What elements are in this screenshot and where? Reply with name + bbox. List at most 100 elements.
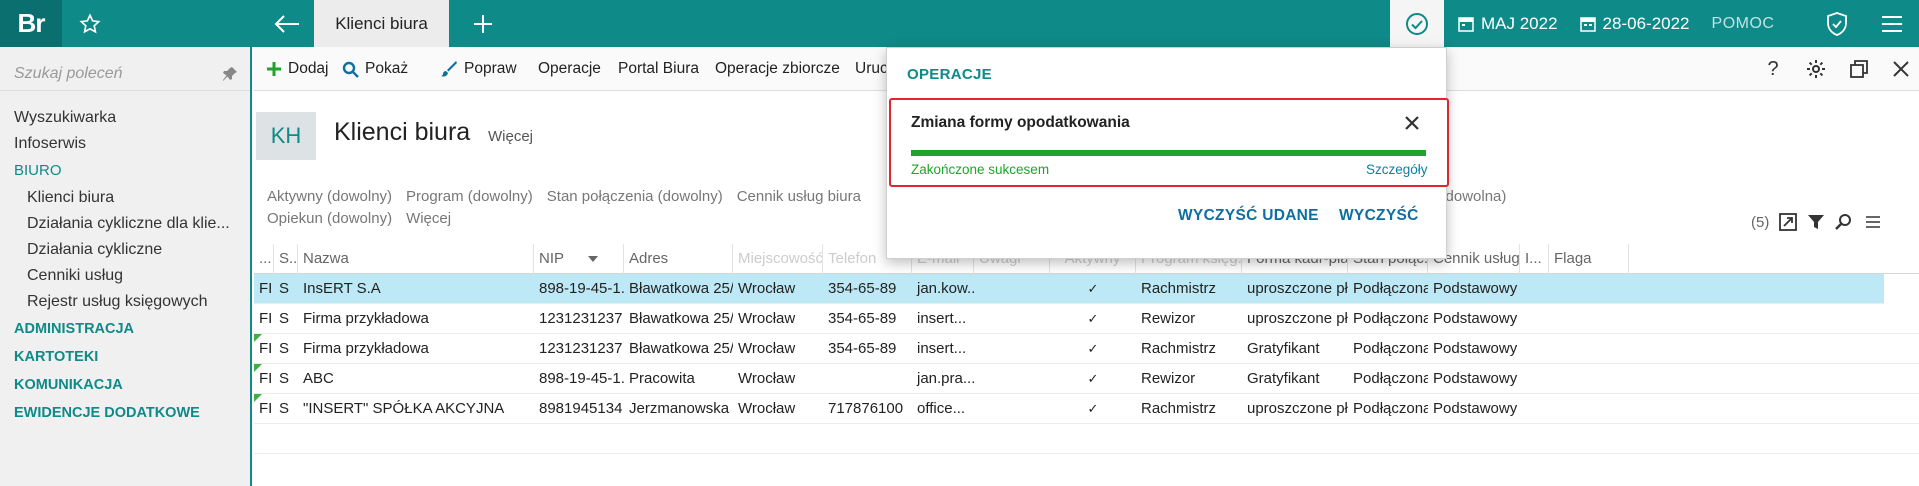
table-cell: office... [917,400,966,417]
filter-chip[interactable]: Program (dowolny) [406,188,533,205]
table-row[interactable]: FI S ABC 898-19-45-1... Pracowita Wrocław jan.… [254,364,1919,394]
search-icon [342,61,359,78]
star-icon[interactable] [62,0,118,47]
command-search[interactable]: Szukaj poleceń [0,55,250,91]
show-button[interactable]: Pokaż [342,47,408,91]
sidebar-item[interactable]: BIURO [0,157,250,185]
table-cell: Rewizor [1141,370,1196,387]
grid-tools: (5) [1751,210,1881,234]
record-count: (5) [1751,213,1770,231]
module-badge: KH [256,112,316,160]
table-cell: Podłączona [1353,310,1428,327]
filter-chip[interactable]: Stan połączenia (dowolny) [547,188,723,205]
columns-icon[interactable] [1865,215,1881,229]
launch-menu[interactable]: Uruc [855,47,888,91]
table-cell: Wrocław [738,400,796,417]
help-link[interactable]: POMOC [1712,15,1775,33]
table-cell: Podstawowy [1433,310,1518,327]
grid-body: FI S InsERT S.A 898-19-45-1... Bławatkowa 25… [254,274,1919,424]
filter-chip[interactable]: Aktywny (dowolny) [267,188,392,205]
sidebar-item[interactable]: EWIDENCJE DODATKOWE [0,399,250,427]
sidebar: Szukaj poleceń Wyszukiwarka Infoserwis BIU… [0,47,252,486]
close-icon[interactable] [1401,112,1423,134]
operations-popover: OPERACJE Zmiana formy opodatkowania Zako… [886,47,1449,259]
edit-button[interactable]: Popraw [440,47,517,91]
column-header[interactable]: S... [274,244,298,274]
table-cell: S [279,310,290,327]
clients-grid: ...S...NazwaNIPAdresMiejscowośćTelefonE-… [254,244,1919,454]
table-cell: Firma przykładowa [303,340,429,357]
column-header[interactable]: Nazwa [298,244,534,274]
close-icon[interactable] [1884,47,1918,91]
table-row[interactable]: FI S Firma przykładowa 1231231237 Bławatkowa… [254,334,1919,364]
add-button[interactable]: Dodaj [266,47,329,91]
table-cell: uproszczone pł... [1247,310,1348,327]
sidebar-item[interactable]: KOMUNIKACJA [0,371,250,399]
header-more-link[interactable]: Więcej [488,128,533,145]
operation-status: Zakończone sukcesem [911,162,1050,177]
menu-icon[interactable] [1872,0,1912,47]
sidebar-item[interactable]: Rejestr usług księgowych [0,289,250,315]
details-link[interactable]: Szczegóły [1366,162,1428,177]
sidebar-item[interactable]: Klienci biura [0,185,250,211]
table-cell: 717876100 [828,400,904,417]
table-cell: S [279,280,290,297]
table-cell: insert... [917,310,967,327]
table-cell: 1231231237 [539,340,623,357]
table-cell: 354-65-89 [828,340,897,357]
clear-successful-button[interactable]: WYCZYŚĆ UDANE [1178,207,1319,225]
column-header[interactable]: Flaga [1549,244,1629,274]
sidebar-item[interactable]: Cenniki usług [0,263,250,289]
table-cell: Podstawowy [1433,340,1518,357]
table-cell: Gratyfikant [1247,340,1320,357]
shield-icon[interactable] [1817,0,1857,47]
sidebar-item[interactable]: ADMINISTRACJA [0,315,250,343]
filter-chip[interactable]: Więcej [406,210,451,227]
sidebar-item[interactable]: Wyszukiwarka [0,105,250,131]
plus-icon[interactable] [458,0,508,47]
period-selector[interactable]: MAJ 2022 [1458,14,1558,34]
table-cell: Podłączona [1353,400,1428,417]
pin-icon[interactable] [222,66,238,82]
app-logo[interactable]: Br [0,0,62,47]
calendar-icon [1458,16,1474,32]
table-row[interactable]: FI S InsERT S.A 898-19-45-1... Bławatkowa 25… [254,274,1919,304]
sort-down-icon[interactable] [588,256,598,262]
table-row[interactable]: FI S "INSERT" SPÓŁKA AKCYJNA 8981945134 Jerz… [254,394,1919,424]
sidebar-item[interactable]: Działania cykliczne [0,237,250,263]
help-icon[interactable]: ? [1756,47,1790,91]
sidebar-item[interactable]: Infoserwis [0,131,250,157]
arrow-left-icon[interactable] [260,0,314,47]
table-cell: S [279,370,290,387]
table-cell: Rewizor [1141,310,1196,327]
table-cell: Podłączona [1353,370,1428,387]
plus-icon [267,62,281,76]
operations-menu[interactable]: Operacje [538,47,601,91]
column-header[interactable]: ... [254,244,274,274]
gear-icon[interactable] [1799,47,1833,91]
table-cell: Rachmistrz [1141,340,1217,357]
clear-button[interactable]: WYCZYŚĆ [1339,207,1419,225]
sidebar-nav: Wyszukiwarka Infoserwis BIURO Klienci biura… [0,105,250,427]
column-header[interactable]: NIP [534,244,624,274]
bulk-operations-menu[interactable]: Operacje zbiorcze [715,47,840,91]
filter-chip[interactable]: Opiekun (dowolny) [267,210,392,227]
column-header[interactable]: I... [1520,244,1549,274]
sidebar-item[interactable]: KARTOTEKI [0,343,250,371]
sidebar-item[interactable]: Działania cykliczne dla klie... [0,211,250,237]
search-placeholder: Szukaj poleceń [14,65,123,82]
row-end-spacer [1884,274,1919,304]
tab-klienci-biura[interactable]: Klienci biura [314,0,449,47]
column-header[interactable]: Miejscowość [733,244,823,274]
export-icon[interactable] [1779,213,1798,231]
table-cell: FI [259,400,273,417]
date-selector[interactable]: 28-06-2022 [1579,14,1690,34]
column-header[interactable]: Adres [624,244,733,274]
table-row[interactable]: FI S Firma przykładowa 1231231237 Bławatkowa… [254,304,1919,334]
operations-button[interactable] [1390,0,1444,47]
filter-chip[interactable]: Cennik usług biura [737,188,861,205]
filter-icon[interactable] [1807,213,1825,231]
office-portal-menu[interactable]: Portal Biura [618,47,699,91]
restore-icon[interactable] [1842,47,1876,91]
search-icon[interactable] [1835,213,1853,231]
